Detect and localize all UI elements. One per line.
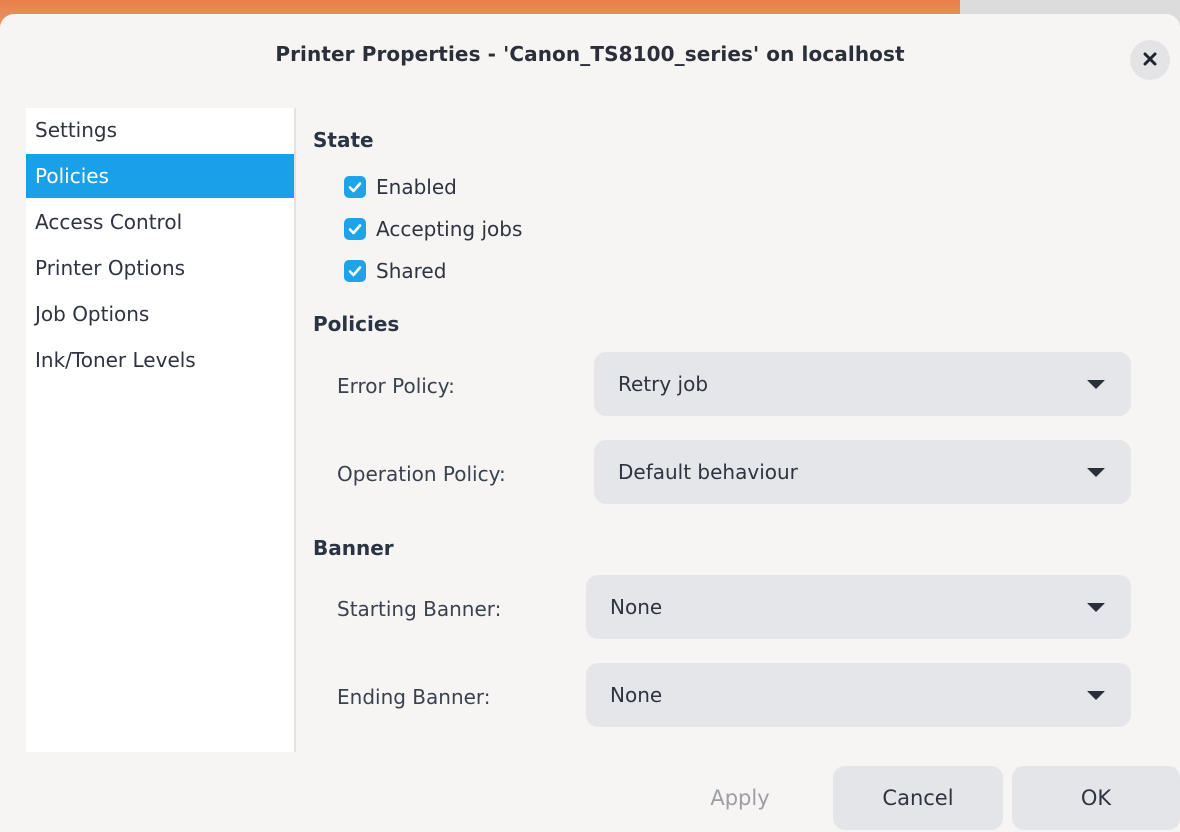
cancel-button[interactable]: Cancel (833, 766, 1003, 830)
state-heading: State (313, 128, 374, 152)
close-button[interactable] (1130, 40, 1170, 80)
enabled-label: Enabled (376, 175, 457, 199)
operation-policy-label: Operation Policy: (337, 462, 506, 486)
error-policy-label: Error Policy: (337, 374, 455, 398)
banner-heading: Banner (313, 536, 394, 560)
shared-checkbox-row[interactable]: Shared (344, 256, 446, 286)
dialog-title: Printer Properties - 'Canon_TS8100_serie… (275, 42, 905, 66)
checkmark-icon (348, 266, 362, 277)
accepting-jobs-checkbox[interactable] (344, 218, 366, 240)
operation-policy-value: Default behaviour (618, 460, 798, 484)
checkmark-icon (348, 182, 362, 193)
sidebar-item-printer-options[interactable]: Printer Options (26, 246, 294, 290)
checkmark-icon (348, 224, 362, 235)
policies-heading: Policies (313, 312, 400, 336)
chevron-down-icon (1087, 603, 1105, 612)
sidebar-item-access-control[interactable]: Access Control (26, 200, 294, 244)
accepting-jobs-label: Accepting jobs (376, 217, 523, 241)
ok-button[interactable]: OK (1012, 766, 1180, 830)
sidebar-item-ink-toner-levels[interactable]: Ink/Toner Levels (26, 338, 294, 382)
chevron-down-icon (1087, 380, 1105, 389)
sidebar-item-policies[interactable]: Policies (26, 154, 294, 198)
error-policy-value: Retry job (618, 372, 709, 396)
error-policy-dropdown[interactable]: Retry job (594, 352, 1131, 416)
enabled-checkbox[interactable] (344, 176, 366, 198)
titlebar: Printer Properties - 'Canon_TS8100_serie… (0, 14, 1180, 94)
operation-policy-dropdown[interactable]: Default behaviour (594, 440, 1131, 504)
ending-banner-value: None (610, 683, 663, 707)
sidebar-item-settings[interactable]: Settings (26, 108, 294, 152)
sidebar: Settings Policies Access Control Printer… (26, 108, 296, 752)
shared-label: Shared (376, 259, 447, 283)
apply-button[interactable]: Apply (680, 766, 800, 830)
printer-properties-dialog: Printer Properties - 'Canon_TS8100_serie… (0, 14, 1180, 832)
chevron-down-icon (1087, 468, 1105, 477)
starting-banner-label: Starting Banner: (337, 597, 502, 621)
sidebar-item-job-options[interactable]: Job Options (26, 292, 294, 336)
accepting-jobs-checkbox-row[interactable]: Accepting jobs (344, 214, 522, 244)
starting-banner-dropdown[interactable]: None (586, 575, 1131, 639)
close-icon (1143, 51, 1157, 70)
ending-banner-label: Ending Banner: (337, 685, 491, 709)
shared-checkbox[interactable] (344, 260, 366, 282)
ending-banner-dropdown[interactable]: None (586, 663, 1131, 727)
chevron-down-icon (1087, 691, 1105, 700)
enabled-checkbox-row[interactable]: Enabled (344, 172, 457, 202)
starting-banner-value: None (610, 595, 663, 619)
